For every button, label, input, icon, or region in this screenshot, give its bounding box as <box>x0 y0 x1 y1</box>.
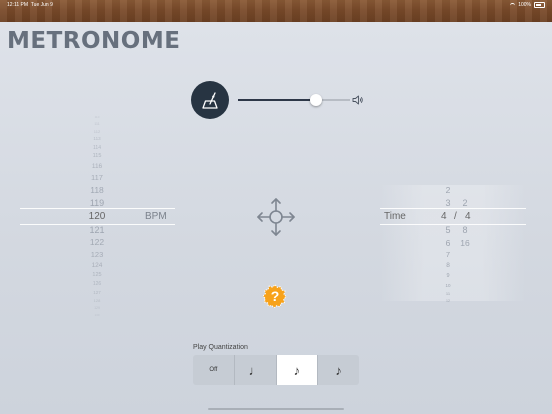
metronome-icon <box>202 92 218 109</box>
bpm-value-116[interactable]: 116 <box>77 163 117 171</box>
bpm-value-110[interactable]: 110 <box>77 116 117 119</box>
battery-icon <box>534 2 545 8</box>
status-time-date: 12:11 PM Tue Jun 9 <box>7 2 53 8</box>
bpm-picker-top-line <box>20 208 175 209</box>
status-indicators: 100% <box>510 2 545 8</box>
bpm-value-111[interactable]: 111 <box>77 122 117 127</box>
bpm-unit-label: BPM <box>145 211 167 222</box>
volume-slider-fill <box>238 99 317 101</box>
bpm-value-129[interactable]: 129 <box>77 306 117 311</box>
beats-value-8[interactable]: 8 <box>441 263 455 270</box>
bpm-value-130[interactable]: 130 <box>77 314 117 317</box>
bpm-value-115[interactable]: 115 <box>77 154 117 160</box>
beats-value-11[interactable]: 11 <box>441 291 455 296</box>
quantization-segmented-control[interactable]: Off ♩ ♪ ♪ <box>193 355 359 385</box>
bpm-value-128[interactable]: 128 <box>77 299 117 303</box>
speaker-icon <box>352 95 363 105</box>
bpm-value-126[interactable]: 126 <box>77 282 117 287</box>
bpm-value-121[interactable]: 121 <box>77 225 117 235</box>
time-label: Time <box>384 211 406 222</box>
note-value-16[interactable]: 16 <box>458 239 472 248</box>
app-title: METRONOME <box>7 28 181 54</box>
help-label: ? <box>270 288 280 304</box>
beats-value-5[interactable]: 5 <box>441 225 455 235</box>
bpm-value-114[interactable]: 114 <box>77 145 117 151</box>
bpm-picker-bottom-line <box>20 224 175 225</box>
beats-value-10[interactable]: 10 <box>441 283 455 289</box>
bpm-value-119[interactable]: 119 <box>77 198 117 208</box>
ts-picker-bottom-line <box>380 224 526 225</box>
volume-slider[interactable] <box>238 94 350 106</box>
bpm-value-122[interactable]: 122 <box>77 238 117 247</box>
battery-percent: 100% <box>518 2 531 8</box>
beats-value-9[interactable]: 9 <box>441 273 455 280</box>
bpm-value-127[interactable]: 127 <box>77 291 117 296</box>
bpm-value-124[interactable]: 124 <box>77 262 117 270</box>
eighth-note-icon[interactable]: ♪ <box>276 355 319 385</box>
beats-selected-value[interactable]: 4 <box>441 212 447 222</box>
bpm-selected-value[interactable]: 120 <box>77 211 117 222</box>
volume-slider-thumb[interactable] <box>310 94 323 106</box>
beats-value-7[interactable]: 7 <box>441 251 455 259</box>
bpm-value-118[interactable]: 118 <box>77 186 117 195</box>
beats-value-2[interactable]: 2 <box>441 186 455 195</box>
ts-picker-top-line <box>380 208 526 209</box>
quantization-label: Play Quantization <box>193 344 248 351</box>
bpm-value-113[interactable]: 113 <box>77 137 117 142</box>
beats-value-3[interactable]: 3 <box>441 198 455 208</box>
metronome-play-button[interactable] <box>191 81 229 119</box>
bpm-value-112[interactable]: 112 <box>77 129 117 134</box>
quarter-note-icon[interactable]: ♩ <box>235 355 277 385</box>
sixteenth-note-icon[interactable]: ♪ <box>318 355 359 385</box>
status-time: 12:11 PM <box>7 2 29 8</box>
move-arrows-icon[interactable] <box>256 197 296 237</box>
status-date: Tue Jun 9 <box>30 2 53 8</box>
help-button[interactable]: ? <box>262 284 287 309</box>
beats-value-12[interactable]: 12 <box>441 299 455 304</box>
note-value-8[interactable]: 8 <box>458 225 472 235</box>
bpm-value-123[interactable]: 123 <box>77 251 117 259</box>
note-value-selected[interactable]: 4 <box>465 212 471 222</box>
home-indicator <box>208 408 344 410</box>
wifi-icon <box>510 2 516 8</box>
beats-value-6[interactable]: 6 <box>441 239 455 248</box>
time-signature-separator: / <box>454 211 457 222</box>
bpm-value-125[interactable]: 125 <box>77 273 117 279</box>
bpm-value-117[interactable]: 117 <box>77 174 117 182</box>
status-bar <box>0 0 552 22</box>
note-value-2[interactable]: 2 <box>458 198 472 208</box>
quant-option-off[interactable]: Off <box>193 355 235 385</box>
